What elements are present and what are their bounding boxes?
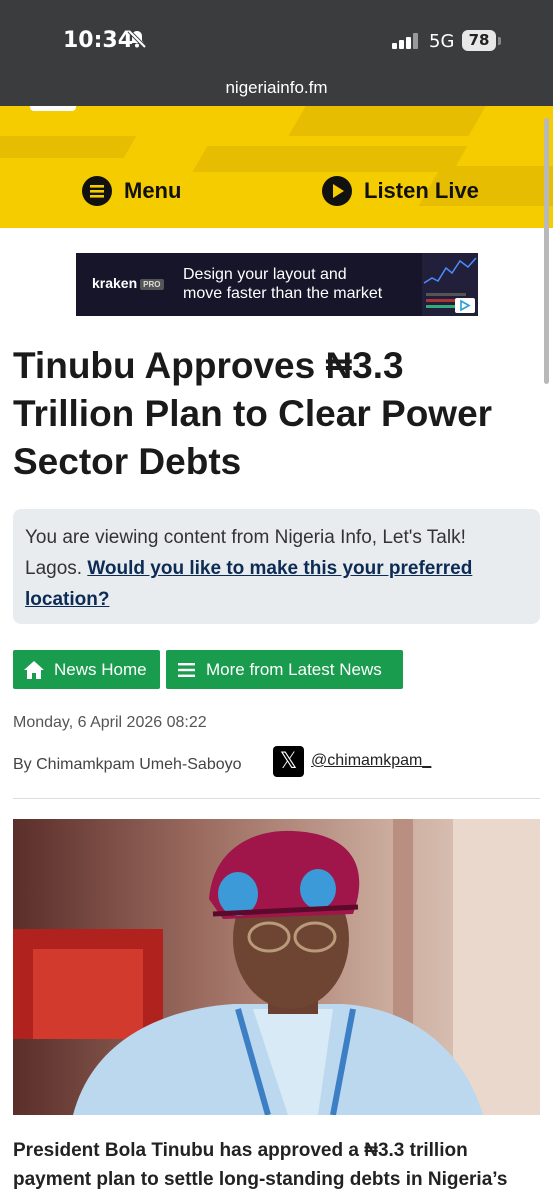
- article-body-paragraph: President Bola Tinubu has approved a ₦3.…: [13, 1140, 508, 1190]
- more-latest-news-button[interactable]: More from Latest News: [166, 650, 403, 689]
- listen-live-button[interactable]: Listen Live: [322, 176, 479, 206]
- menu-label: Menu: [124, 178, 182, 203]
- battery-tip: [498, 37, 501, 45]
- menu-icon: [82, 176, 112, 206]
- x-logo-icon[interactable]: 𝕏: [273, 746, 304, 777]
- network-type: 5G: [429, 31, 455, 52]
- play-icon: [322, 176, 352, 206]
- listen-live-label: Listen Live: [364, 178, 479, 203]
- advertisement-banner[interactable]: kraken PRO Design your layout and move fa…: [76, 253, 478, 316]
- ad-brand-logo: kraken PRO: [92, 275, 164, 291]
- divider: [13, 798, 540, 799]
- news-home-label: News Home: [54, 659, 147, 679]
- status-bar: 10:34 5G 78: [0, 0, 553, 72]
- battery-level: 78: [462, 30, 496, 51]
- menu-button[interactable]: Menu: [82, 176, 181, 206]
- clock: 10:34: [63, 28, 134, 53]
- ad-choices-icon[interactable]: [455, 298, 475, 313]
- location-notice: You are viewing content from Nigeria Inf…: [13, 509, 540, 624]
- news-home-button[interactable]: News Home: [13, 650, 160, 689]
- address-text[interactable]: nigeriainfo.fm: [0, 78, 553, 98]
- author-twitter-link[interactable]: @chimamkpam_: [311, 752, 431, 770]
- author-byline: By Chimamkpam Umeh-Saboyo: [13, 756, 242, 773]
- site-logo[interactable]: [30, 106, 76, 111]
- ad-brand-badge: PRO: [140, 278, 164, 290]
- preferred-location-link[interactable]: Would you like to make this your preferr…: [25, 558, 472, 610]
- publish-date: Monday, 6 April 2026 08:22: [13, 714, 207, 731]
- home-icon: [24, 660, 44, 679]
- ad-headline: Design your layout and move faster than …: [183, 266, 383, 302]
- location-notice-text: You are viewing content from Nigeria Inf…: [25, 522, 515, 615]
- bell-slash-icon: [127, 29, 147, 49]
- site-header: [0, 106, 553, 228]
- signal-icon: [392, 33, 418, 49]
- list-icon: [178, 662, 195, 677]
- article-photo: [13, 819, 540, 1115]
- article-title: Tinubu Approves ₦3.3 Trillion Plan to Cl…: [13, 345, 493, 482]
- ad-brand: kraken: [92, 275, 138, 291]
- more-latest-news-label: More from Latest News: [206, 659, 382, 679]
- scrollbar[interactable]: [544, 118, 549, 384]
